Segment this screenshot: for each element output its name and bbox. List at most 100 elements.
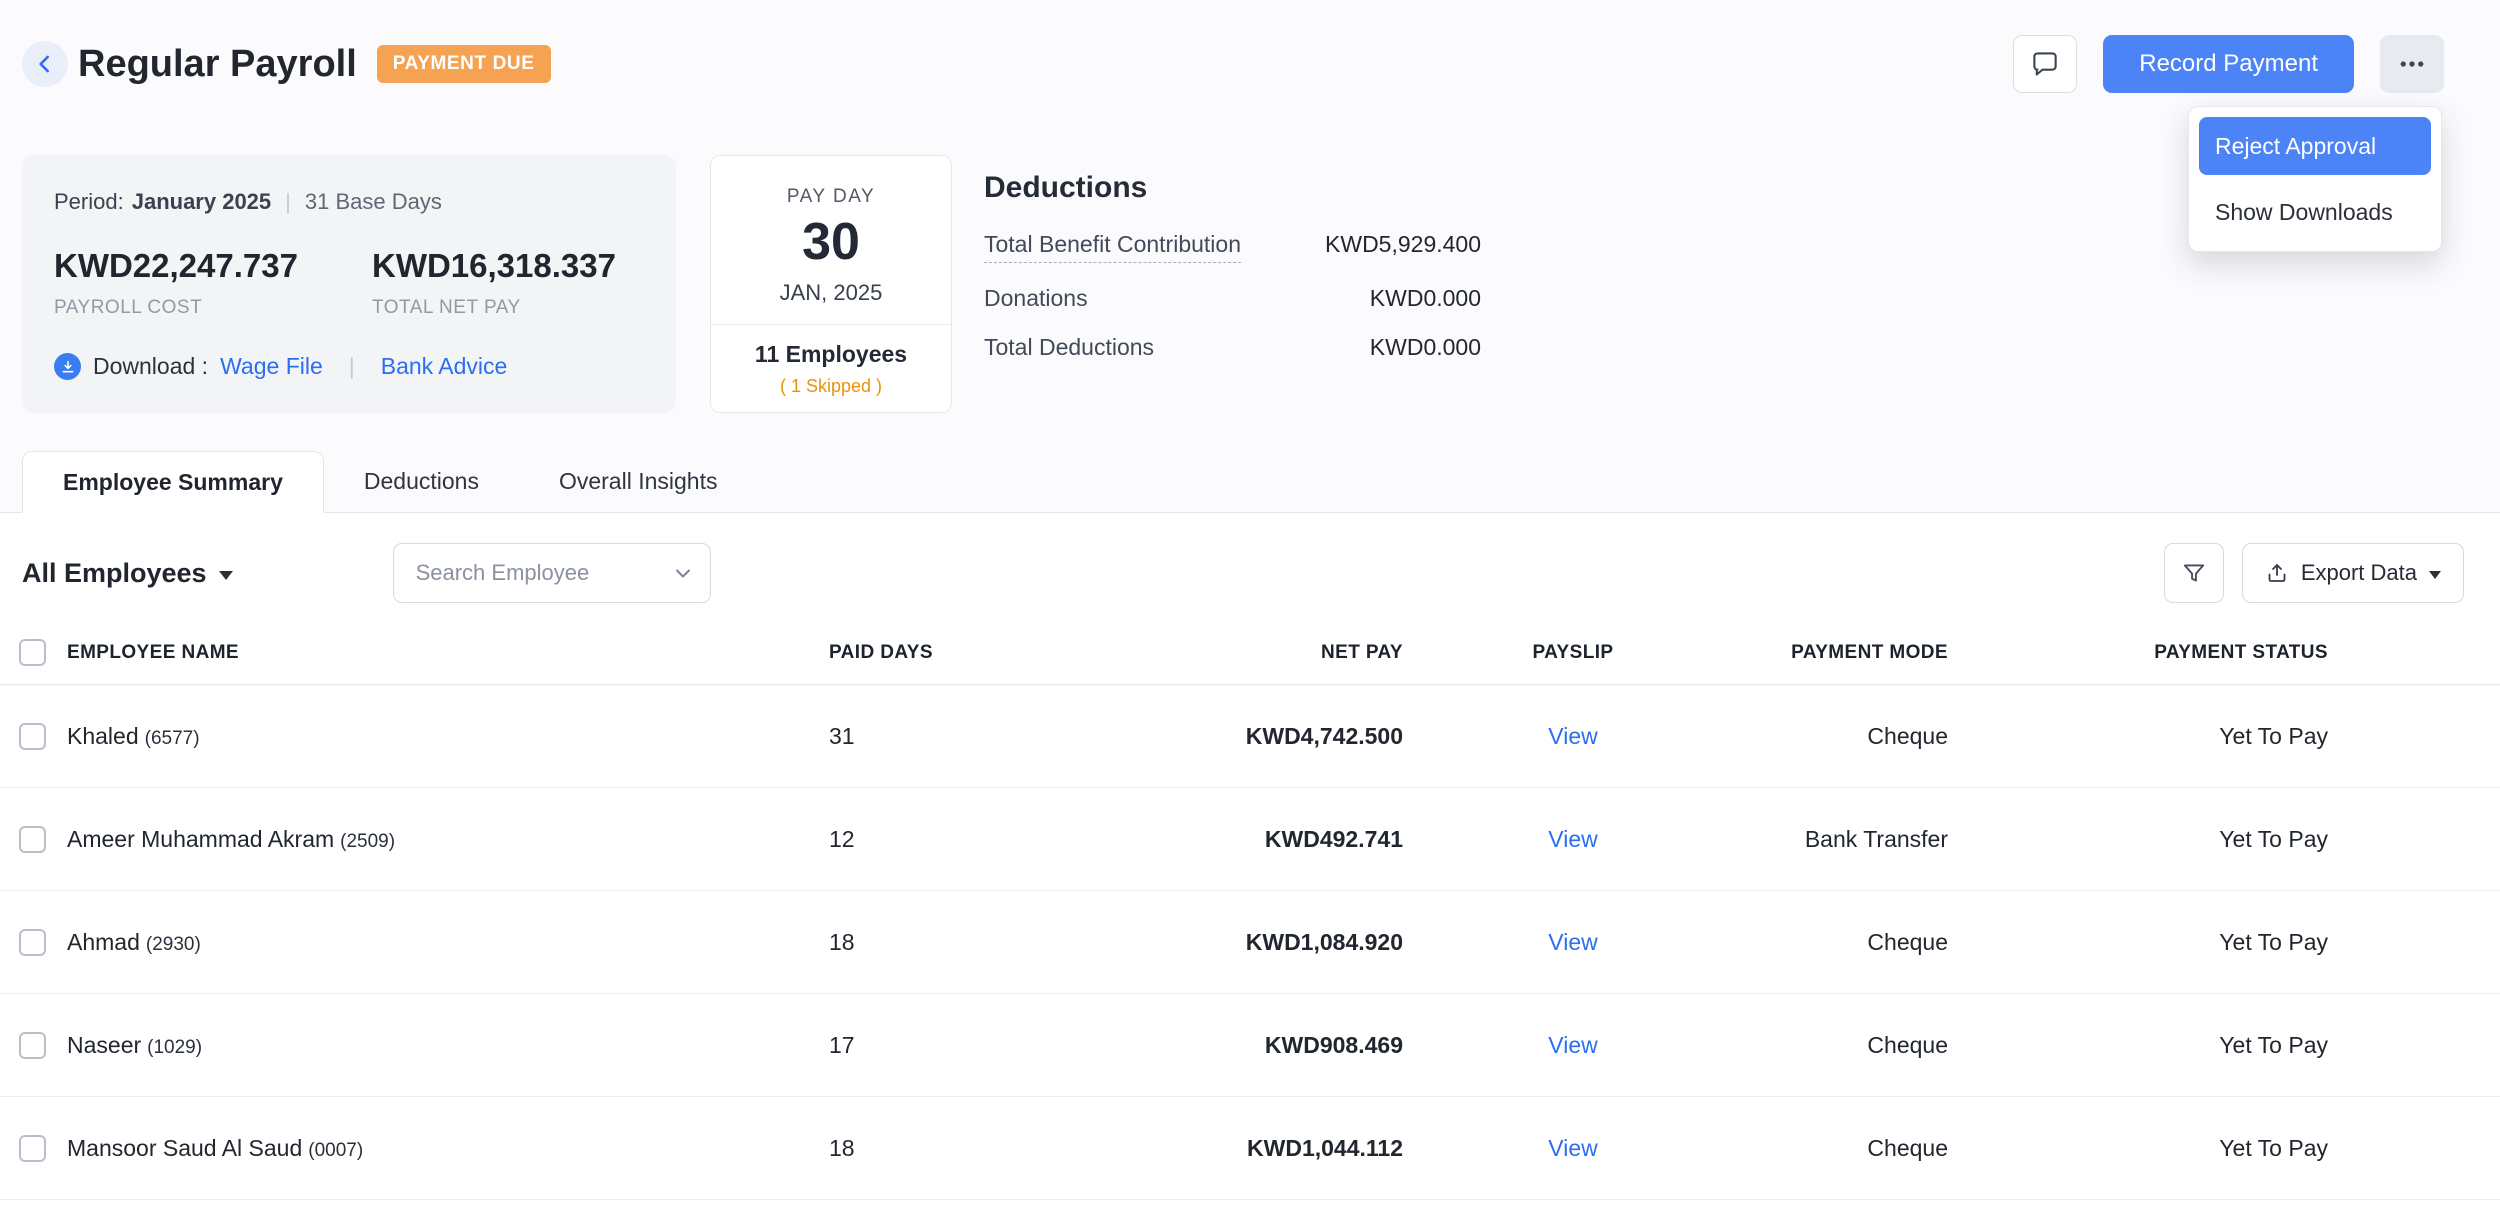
download-icon	[54, 353, 81, 380]
employee-id: (2509)	[340, 831, 395, 852]
skipped-count: ( 1 Skipped )	[711, 376, 951, 397]
paid-days: 18	[829, 1135, 1029, 1162]
period-value: January 2025	[132, 189, 271, 215]
deduction-row: Donations KWD0.000	[984, 285, 1481, 312]
employee-id: (2930)	[146, 934, 201, 955]
menu-item-show-downloads[interactable]: Show Downloads	[2199, 183, 2431, 241]
table-row: Ameer Muhammad Akram (2509) 12 KWD492.741…	[0, 788, 2500, 891]
table-row: Khaled(6577) 31 KWD4,742.500 View Cheque…	[0, 685, 2500, 788]
column-header-paid-days: PAID DAYS	[829, 642, 1029, 664]
download-label: Download :	[93, 353, 208, 380]
payment-status: Yet To Pay	[1948, 1032, 2328, 1059]
payment-status: Yet To Pay	[1948, 929, 2328, 956]
row-checkbox[interactable]	[19, 723, 46, 750]
deduction-row: Total Benefit Contribution KWD5,929.400	[984, 231, 1481, 263]
net-pay: KWD4,742.500	[1029, 723, 1403, 750]
paid-days: 12	[829, 826, 1029, 853]
select-all-checkbox[interactable]	[19, 639, 46, 666]
tab-bar: Employee Summary Deductions Overall Insi…	[0, 451, 2500, 513]
payday-label: PAY DAY	[711, 186, 951, 208]
more-options-menu: Reject Approval Show Downloads	[2188, 106, 2442, 252]
payment-status: Yet To Pay	[1948, 1135, 2328, 1162]
payment-mode: Cheque	[1743, 929, 1948, 956]
net-pay: KWD1,044.112	[1029, 1135, 1403, 1162]
table-row: Mansoor Saud Al Saud(0007) 18 KWD1,044.1…	[0, 1097, 2500, 1200]
column-header-payslip: PAYSLIP	[1403, 642, 1743, 664]
paid-days: 18	[829, 929, 1029, 956]
filter-button[interactable]	[2164, 543, 2224, 603]
employee-name: Ameer Muhammad Akram	[67, 826, 334, 852]
payroll-summary-card: Period: January 2025 | 31 Base Days KWD2…	[22, 155, 676, 413]
deduction-label: Total Deductions	[984, 334, 1154, 361]
ellipsis-icon	[2397, 49, 2427, 79]
deduction-label[interactable]: Total Benefit Contribution	[984, 231, 1241, 263]
total-net-pay-value: KWD16,318.337	[372, 247, 616, 285]
all-employees-dropdown[interactable]: All Employees	[22, 558, 233, 589]
row-checkbox[interactable]	[19, 929, 46, 956]
bank-advice-link[interactable]: Bank Advice	[381, 353, 508, 380]
payslip-view-link[interactable]: View	[1548, 1135, 1597, 1161]
paid-days: 17	[829, 1032, 1029, 1059]
deduction-value: KWD5,929.400	[1325, 231, 1481, 258]
payment-mode: Cheque	[1743, 1135, 1948, 1162]
column-header-payment-status: PAYMENT STATUS	[1948, 642, 2328, 664]
net-pay: KWD1,084.920	[1029, 929, 1403, 956]
wage-file-link[interactable]: Wage File	[220, 353, 323, 380]
row-checkbox[interactable]	[19, 1135, 46, 1162]
menu-item-reject-approval[interactable]: Reject Approval	[2199, 117, 2431, 175]
payslip-view-link[interactable]: View	[1548, 929, 1597, 955]
export-data-button[interactable]: Export Data	[2242, 543, 2464, 603]
tab-overall-insights[interactable]: Overall Insights	[519, 450, 758, 512]
paid-days: 31	[829, 723, 1029, 750]
table-row: Ahmad(2930) 18 KWD1,084.920 View Cheque …	[0, 891, 2500, 994]
payslip-view-link[interactable]: View	[1548, 826, 1597, 852]
payment-mode: Cheque	[1743, 723, 1948, 750]
tab-deductions[interactable]: Deductions	[324, 450, 519, 512]
employee-summary-panel: All Employees Export Data EMPLOYEE NAME …	[0, 513, 2500, 1214]
caret-down-icon	[2429, 571, 2441, 579]
more-options-button[interactable]	[2380, 35, 2444, 93]
payroll-cost-label: PAYROLL COST	[54, 297, 372, 319]
chevron-down-icon	[671, 561, 695, 585]
net-pay: KWD492.741	[1029, 826, 1403, 853]
employee-count: 11 Employees	[711, 341, 951, 368]
export-data-label: Export Data	[2301, 560, 2417, 586]
deduction-value: KWD0.000	[1370, 285, 1481, 312]
deduction-value: KWD0.000	[1370, 334, 1481, 361]
all-employees-label: All Employees	[22, 558, 207, 589]
comments-button[interactable]	[2013, 35, 2077, 93]
record-payment-button[interactable]: Record Payment	[2103, 35, 2354, 93]
row-checkbox[interactable]	[19, 1032, 46, 1059]
export-icon	[2265, 561, 2289, 585]
payment-due-badge: PAYMENT DUE	[377, 45, 551, 83]
payment-mode: Bank Transfer	[1743, 826, 1948, 853]
column-header-net-pay: NET PAY	[1029, 642, 1403, 664]
row-checkbox[interactable]	[19, 826, 46, 853]
net-pay: KWD908.469	[1029, 1032, 1403, 1059]
top-bar: Regular Payroll PAYMENT DUE Record Payme…	[0, 0, 2500, 128]
tab-employee-summary[interactable]: Employee Summary	[22, 451, 324, 513]
column-header-employee-name: EMPLOYEE NAME	[67, 642, 829, 664]
employee-name: Khaled	[67, 723, 139, 749]
period-label: Period:	[54, 189, 124, 215]
employee-name: Naseer	[67, 1032, 141, 1058]
payday-card: PAY DAY 30 JAN, 2025 11 Employees ( 1 Sk…	[710, 155, 952, 413]
table-header: EMPLOYEE NAME PAID DAYS NET PAY PAYSLIP …	[0, 621, 2500, 685]
employee-name: Mansoor Saud Al Saud	[67, 1135, 302, 1161]
payday-day: 30	[711, 216, 951, 268]
employee-name: Ahmad	[67, 929, 140, 955]
deduction-row: Total Deductions KWD0.000	[984, 334, 1481, 361]
payslip-view-link[interactable]: View	[1548, 1032, 1597, 1058]
back-button[interactable]	[22, 41, 68, 87]
payment-status: Yet To Pay	[1948, 826, 2328, 853]
search-employee-input[interactable]	[393, 543, 711, 603]
employee-id: (1029)	[147, 1037, 202, 1058]
filter-row: All Employees Export Data	[0, 513, 2500, 603]
payment-status: Yet To Pay	[1948, 723, 2328, 750]
deduction-label: Donations	[984, 285, 1088, 312]
chevron-left-icon	[32, 51, 58, 77]
payroll-cost-value: KWD22,247.737	[54, 247, 372, 285]
payslip-view-link[interactable]: View	[1548, 723, 1597, 749]
payment-mode: Cheque	[1743, 1032, 1948, 1059]
total-net-pay-label: TOTAL NET PAY	[372, 297, 616, 319]
